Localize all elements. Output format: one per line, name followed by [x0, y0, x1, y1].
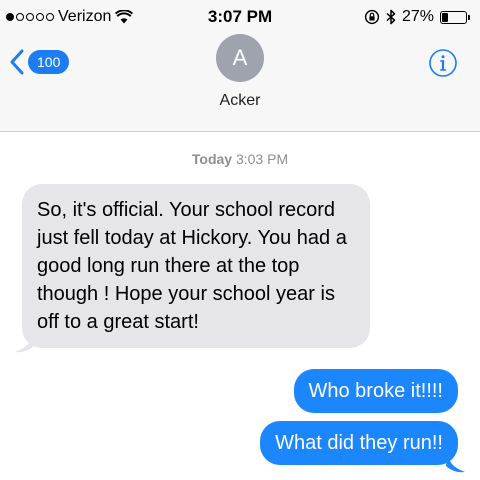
info-icon[interactable] — [428, 48, 458, 78]
status-right: 27% — [364, 8, 470, 26]
message-timestamp: Today 3:03 PM — [0, 151, 480, 167]
battery-tip — [468, 14, 470, 20]
outgoing-message-bubble: What did they run!! — [260, 421, 458, 465]
contact-header[interactable]: A Acker — [0, 34, 480, 110]
timestamp-day: Today — [191, 151, 233, 167]
battery-level-fill — [442, 12, 448, 22]
incoming-message-bubble: So, it's official. Your school record ju… — [22, 184, 370, 348]
bluetooth-icon — [386, 9, 396, 25]
battery-percent: 27% — [401, 8, 434, 25]
avatar: A — [216, 34, 264, 82]
battery-icon — [440, 10, 467, 24]
orientation-lock-icon — [364, 9, 380, 25]
outgoing-message-bubble: Who broke it!!!! — [293, 369, 458, 413]
contact-name: Acker — [219, 92, 261, 109]
conversation-header: Verizon 3:07 PM 27% 100 A Acker — [0, 0, 480, 132]
status-bar: Verizon 3:07 PM 27% — [0, 0, 480, 36]
timestamp-time: 3:03 PM — [235, 151, 289, 167]
messages-screen: Verizon 3:07 PM 27% 100 A Acker Today 3:… — [0, 0, 480, 480]
